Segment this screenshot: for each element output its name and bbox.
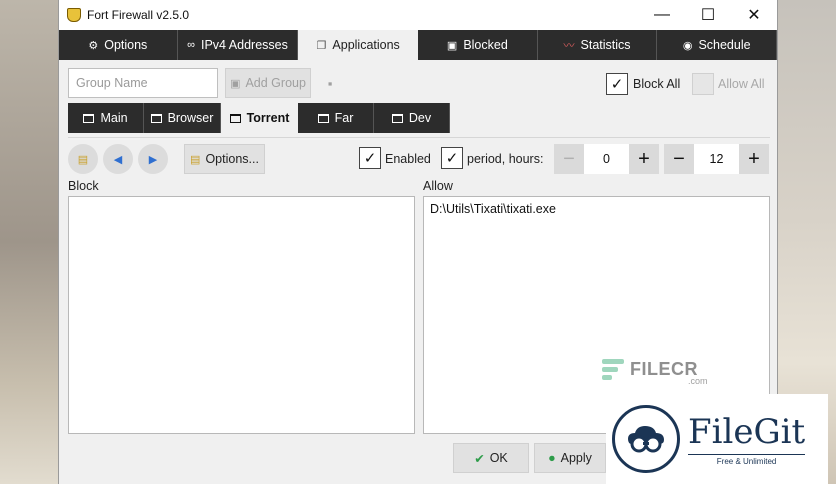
list-item: D:\Utils\Tixati\tixati.exe xyxy=(430,202,556,216)
window-icon: ❐ xyxy=(316,39,327,52)
minimize-button[interactable]: — xyxy=(639,0,685,30)
filegit-name: FileGit xyxy=(688,412,806,452)
add-group-icon: ▣ xyxy=(230,77,241,90)
filecr-watermark: FILECR .com xyxy=(602,358,708,386)
tab-label: Blocked xyxy=(463,38,508,52)
apply-label: Apply xyxy=(560,451,592,465)
filecr-logo-icon xyxy=(602,358,624,380)
tab-applications[interactable]: ❐ Applications xyxy=(298,30,419,60)
filegit-text: FileGit Free & Unlimited xyxy=(688,412,806,466)
add-group-button[interactable]: ▣ Add Group xyxy=(225,68,311,98)
window-title: Fort Firewall v2.5.0 xyxy=(87,8,190,22)
tab-blocked[interactable]: ▣ Blocked xyxy=(418,30,538,60)
window-icon xyxy=(150,113,162,123)
options-icon: ▤ xyxy=(190,153,201,166)
comment-icon: ▪ xyxy=(327,75,333,91)
period-label: period, hours: xyxy=(467,152,544,166)
options-label: Options... xyxy=(205,152,259,166)
window-icon xyxy=(391,113,403,123)
allow-all-label: Allow All xyxy=(718,77,765,91)
title-bar: Fort Firewall v2.5.0 — ☐ ✕ xyxy=(59,0,777,30)
tab-label: IPv4 Addresses xyxy=(201,38,288,52)
window-controls: — ☐ ✕ xyxy=(639,0,777,30)
gear-icon: ⚙ xyxy=(88,39,99,52)
group-tab-torrent[interactable]: Torrent xyxy=(221,103,298,133)
enabled-label: Enabled xyxy=(385,152,431,166)
window-icon xyxy=(83,113,95,123)
window-icon xyxy=(229,113,241,123)
period-to-increment[interactable]: + xyxy=(739,144,769,174)
group-tab-dev[interactable]: Dev xyxy=(374,103,450,133)
tab-ipv4-addresses[interactable]: ∞ IPv4 Addresses xyxy=(177,30,299,60)
add-app-button[interactable]: ▤ xyxy=(68,144,98,174)
apply-button[interactable]: ● Apply xyxy=(534,443,606,473)
options-button[interactable]: ▤ Options... xyxy=(184,144,265,174)
block-list[interactable] xyxy=(68,196,415,434)
filecr-domain: .com xyxy=(688,376,708,386)
allow-list-label: Allow xyxy=(423,179,453,193)
period-to-decrement[interactable]: − xyxy=(664,144,694,174)
group-tab-browser[interactable]: Browser xyxy=(144,103,221,133)
divider xyxy=(68,137,770,138)
group-tab-label: Browser xyxy=(167,111,214,125)
period-from-decrement[interactable]: − xyxy=(554,144,584,174)
period-from-value[interactable]: 0 xyxy=(584,144,629,174)
enabled-checkbox[interactable]: ✓ xyxy=(359,147,381,169)
tab-label: Statistics xyxy=(580,38,631,52)
tab-statistics[interactable]: 〰 Statistics xyxy=(537,30,658,60)
shield-icon xyxy=(67,8,81,22)
blocked-icon: ▣ xyxy=(446,39,458,52)
tab-options[interactable]: ⚙ Options xyxy=(59,30,178,60)
group-name-input[interactable]: Group Name xyxy=(68,68,218,98)
add-group-label: Add Group xyxy=(245,76,306,90)
group-tabs: Main Browser Torrent Far Dev xyxy=(68,103,450,133)
period-checkbox[interactable]: ✓ xyxy=(441,147,463,169)
check-icon: ✔ xyxy=(474,451,485,466)
filegit-tagline: Free & Unlimited xyxy=(688,454,806,466)
tab-label: Schedule xyxy=(698,38,751,52)
chart-icon: 〰 xyxy=(563,40,575,52)
clock-icon: ◉ xyxy=(682,39,693,52)
group-tab-label: Far xyxy=(334,111,354,125)
move-left-button[interactable]: ◀ xyxy=(103,144,133,174)
block-list-label: Block xyxy=(68,179,99,193)
rename-group-button[interactable]: ▪ xyxy=(316,68,344,98)
group-tab-main[interactable]: Main xyxy=(68,103,144,133)
main-tabs: ⚙ Options ∞ IPv4 Addresses ❐ Application… xyxy=(59,30,778,60)
close-button[interactable]: ✕ xyxy=(731,0,777,30)
desktop-background-left xyxy=(0,0,58,484)
ok-button[interactable]: ✔ OK xyxy=(453,443,529,473)
tab-schedule[interactable]: ◉ Schedule xyxy=(657,30,778,60)
maximize-button[interactable]: ☐ xyxy=(685,0,731,30)
add-app-icon: ▤ xyxy=(77,153,89,166)
check-circle-icon: ● xyxy=(548,451,556,465)
block-all-label: Block All xyxy=(633,77,681,91)
filegit-watermark: FileGit Free & Unlimited xyxy=(606,394,828,484)
filegit-logo-icon xyxy=(612,405,680,473)
window-icon xyxy=(317,113,329,123)
group-tab-far[interactable]: Far xyxy=(298,103,374,133)
period-to-value[interactable]: 12 xyxy=(694,144,739,174)
ok-label: OK xyxy=(489,451,508,465)
allow-all-checkbox[interactable] xyxy=(692,73,714,95)
block-all-checkbox[interactable]: ✓ xyxy=(606,73,628,95)
group-tab-label: Dev xyxy=(408,111,432,125)
arrow-right-icon: ▶ xyxy=(148,153,158,166)
arrow-left-icon: ◀ xyxy=(113,153,123,166)
group-tab-label: Main xyxy=(100,111,128,125)
group-tab-label: Torrent xyxy=(246,111,290,125)
period-from-increment[interactable]: + xyxy=(629,144,659,174)
move-right-button[interactable]: ▶ xyxy=(138,144,168,174)
tab-label: Applications xyxy=(332,38,400,52)
link-icon: ∞ xyxy=(187,39,195,51)
tab-label: Options xyxy=(104,38,148,52)
